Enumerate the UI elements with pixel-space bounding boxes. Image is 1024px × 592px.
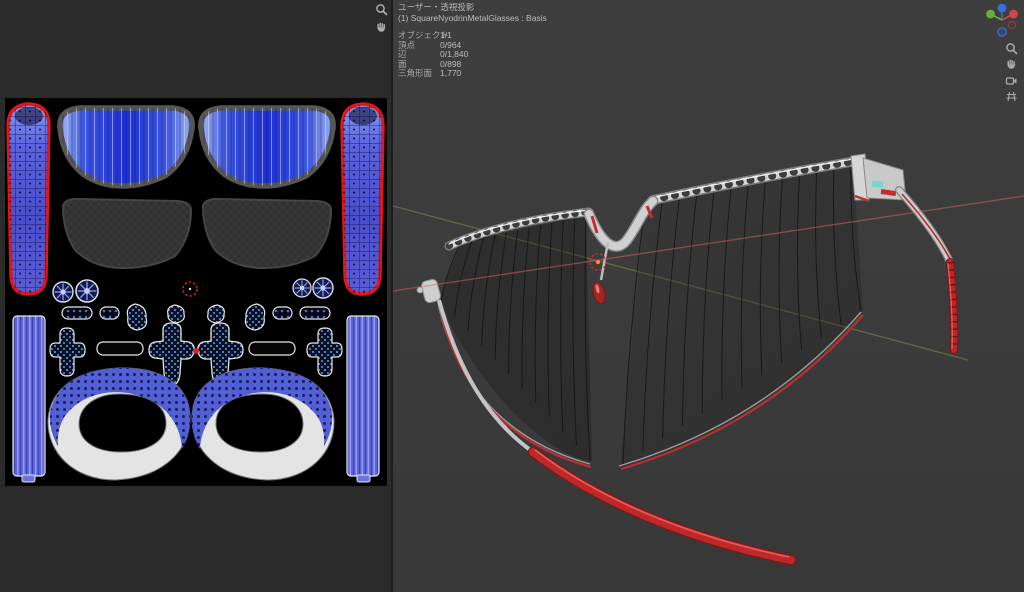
gizmo-axis-x[interactable] [1009, 10, 1018, 19]
pan-icon[interactable] [375, 21, 388, 34]
active-object-label: (1) SquareNyodrinMetalGlasses : Basis [398, 13, 547, 24]
uv-editor-nav-tools [375, 3, 388, 34]
scene-statistics: オブジェクト 1/1 頂点 0/964 辺 0/1,840 面 0/898 三角… [398, 31, 547, 79]
navigation-gizmo[interactable] [982, 0, 1022, 40]
stat-row-edges: 辺 0/1,840 [398, 50, 547, 60]
uv-selected-pivot [193, 348, 199, 354]
perspective-toggle-icon[interactable] [1005, 90, 1018, 103]
gizmo-axis-y[interactable] [986, 10, 995, 19]
stat-row-objects: オブジェクト 1/1 [398, 31, 547, 41]
uv-canvas[interactable] [5, 98, 387, 486]
uv-island-temple-right[interactable] [342, 104, 383, 294]
camera-view-icon[interactable] [1005, 74, 1018, 87]
viewport-nav-tools [1005, 42, 1018, 103]
zoom-icon[interactable] [1005, 42, 1018, 55]
gizmo-axis-z[interactable] [998, 4, 1007, 13]
uv-editor-panel[interactable] [0, 0, 391, 592]
gizmo-axis-x-neg[interactable] [1008, 21, 1015, 28]
stat-row-triangles: 三角形面 1,770 [398, 69, 547, 79]
pan-icon[interactable] [1005, 58, 1018, 71]
zoom-icon[interactable] [375, 3, 388, 16]
3d-viewport[interactable]: ユーザー・透視投影 (1) SquareNyodrinMetalGlasses … [393, 0, 1024, 592]
viewport-overlay-text: ユーザー・透視投影 (1) SquareNyodrinMetalGlasses … [398, 2, 547, 79]
stat-row-vertices: 頂点 0/964 [398, 41, 547, 51]
scene-svg [393, 0, 1024, 592]
view-label: ユーザー・透視投影 [398, 2, 547, 13]
blender-window: ユーザー・透視投影 (1) SquareNyodrinMetalGlasses … [0, 0, 1024, 592]
glasses-mesh[interactable] [417, 154, 954, 560]
gizmo-axis-z-neg[interactable] [998, 28, 1006, 36]
uv-island-temple-left[interactable] [8, 104, 49, 294]
